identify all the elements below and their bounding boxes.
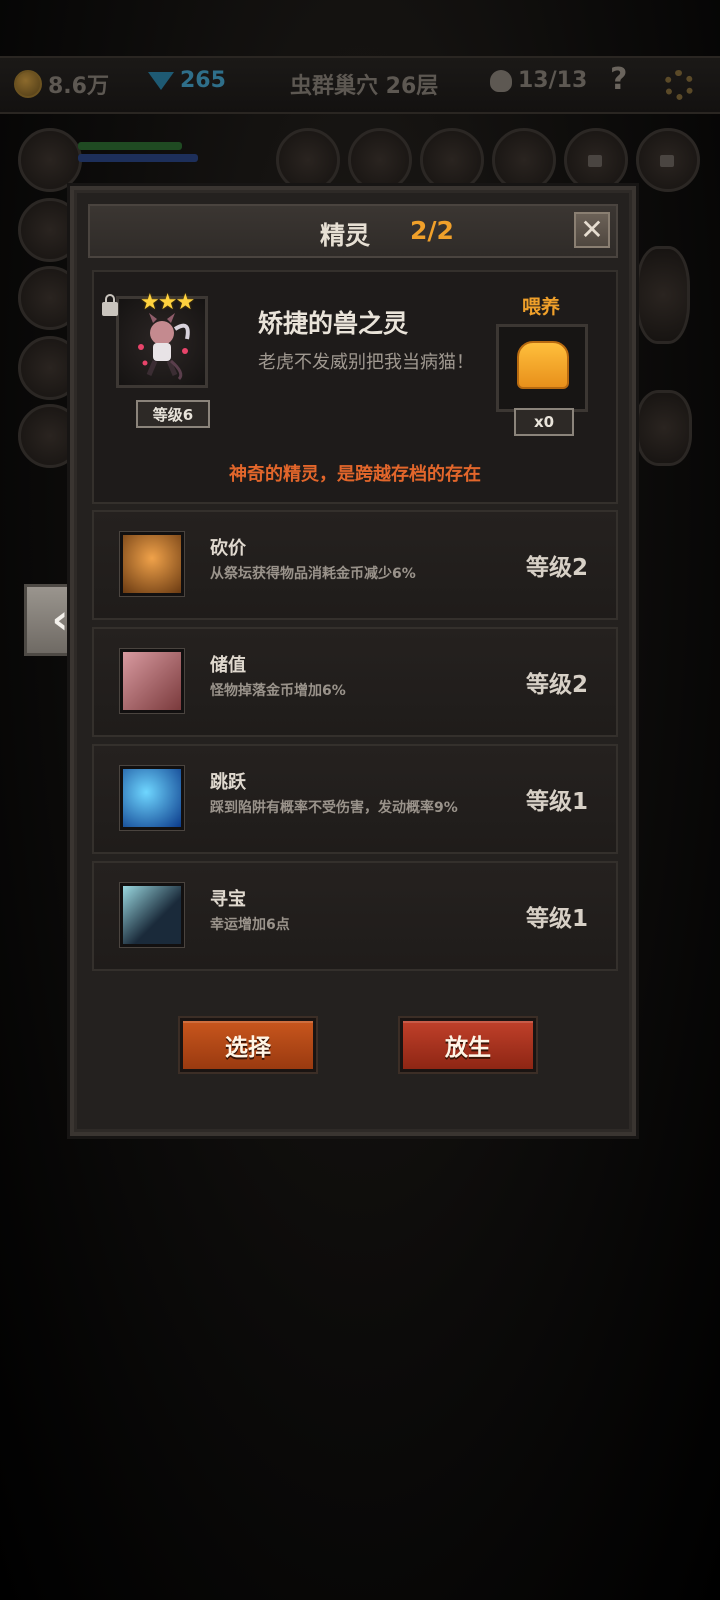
coin-icon xyxy=(14,70,42,98)
bread-icon xyxy=(517,341,569,389)
spirit-name: 矫捷的兽之灵 xyxy=(258,309,409,338)
side-creature-2 xyxy=(636,390,692,466)
spirit-dialog: 精灵 2/2 ✕ ★★★ 等级6 矫捷的兽之灵 老虎不发威别把我当病猫！ 喂养 … xyxy=(70,186,636,1136)
skill-description: 从祭坛获得物品消耗金币减少6% xyxy=(210,566,416,582)
gold-counter: 8.6万 xyxy=(14,68,109,100)
item-slot-2 xyxy=(348,128,412,192)
goblet-icon xyxy=(119,648,185,714)
skill-name: 储值 xyxy=(210,655,246,676)
item-slot-3 xyxy=(420,128,484,192)
close-button[interactable]: ✕ xyxy=(574,212,610,248)
feed-count-badge: x0 xyxy=(514,408,574,436)
skill-name: 寻宝 xyxy=(210,889,246,910)
select-button[interactable]: 选择 xyxy=(180,1018,316,1072)
skill-name: 跳跃 xyxy=(210,772,246,793)
skill-level: 等级2 xyxy=(525,555,588,581)
spirit-tagline: 神奇的精灵，是跨越存档的存在 xyxy=(229,464,481,485)
altar-coin-icon xyxy=(119,531,185,597)
kill-count: 13/13 xyxy=(518,68,588,93)
location-label: 虫群巢穴 26层 xyxy=(290,74,439,99)
game-screen: 8.6万 265 虫群巢穴 26层 13/13 ? ‹ 精灵 2/2 ✕ ★★★… xyxy=(0,0,720,1600)
skill-row-treasure: 寻宝 幸运增加6点 等级1 xyxy=(92,861,618,971)
settings-button[interactable] xyxy=(664,70,694,100)
skill-description: 幸运增加6点 xyxy=(210,917,290,933)
gear-icon xyxy=(664,70,694,100)
help-icon: ? xyxy=(610,62,628,97)
leap-icon xyxy=(119,765,185,831)
side-creature xyxy=(636,246,690,344)
skill-description: 踩到陷阱有概率不受伤害，发动概率9% xyxy=(210,800,458,816)
top-status-bar: 8.6万 265 虫群巢穴 26层 13/13 ? xyxy=(0,56,720,114)
kill-counter: 13/13 xyxy=(490,68,587,93)
star-rating: ★★★ xyxy=(140,290,195,315)
spirit-info: ★★★ 等级6 矫捷的兽之灵 老虎不发威别把我当病猫！ 喂养 x0 神奇的精灵，… xyxy=(92,270,618,504)
gem-amount: 265 xyxy=(180,68,226,93)
skull-icon xyxy=(490,69,512,92)
dialog-title: 精灵 xyxy=(320,221,371,250)
hero-mp-bar xyxy=(78,154,198,162)
spirit-description: 老虎不发威别把我当病猫！ xyxy=(258,352,474,373)
skill-row-jump: 跳跃 踩到陷阱有概率不受伤害，发动概率9% 等级1 xyxy=(92,744,618,854)
skill-description: 怪物掉落金币增加6% xyxy=(210,683,346,699)
skill-row-bargain: 砍价 从祭坛获得物品消耗金币减少6% 等级2 xyxy=(92,510,618,620)
dialog-header: 精灵 2/2 ✕ xyxy=(88,204,618,258)
close-icon: ✕ xyxy=(580,213,604,246)
lock-icon xyxy=(588,155,602,167)
item-slot-4 xyxy=(492,128,556,192)
release-button[interactable]: 放生 xyxy=(400,1018,536,1072)
item-slot-locked-2 xyxy=(636,128,700,192)
spirit-count: 2/2 xyxy=(410,216,454,245)
feed-button[interactable] xyxy=(496,324,588,412)
lock-icon[interactable] xyxy=(102,294,118,316)
chevron-left-icon: ‹ xyxy=(51,597,69,643)
silhouette-sparkle-icon xyxy=(119,882,185,948)
gem-counter: 265 xyxy=(148,68,226,93)
item-slot-1 xyxy=(276,128,340,192)
skill-level: 等级2 xyxy=(525,672,588,698)
feed-label: 喂养 xyxy=(522,296,561,318)
item-slot-locked-1 xyxy=(564,128,628,192)
help-button[interactable]: ? xyxy=(610,62,627,97)
skill-name: 砍价 xyxy=(210,538,246,559)
skill-level: 等级1 xyxy=(525,789,588,815)
lock-icon xyxy=(660,155,674,167)
spirit-level-badge: 等级6 xyxy=(136,400,210,428)
skill-level: 等级1 xyxy=(525,906,588,932)
skill-row-savings: 储值 怪物掉落金币增加6% 等级2 xyxy=(92,627,618,737)
gold-amount: 8.6万 xyxy=(48,74,109,99)
gem-icon xyxy=(148,71,174,90)
hero-hp-bar xyxy=(78,142,182,150)
hero-portrait-1 xyxy=(18,128,82,192)
